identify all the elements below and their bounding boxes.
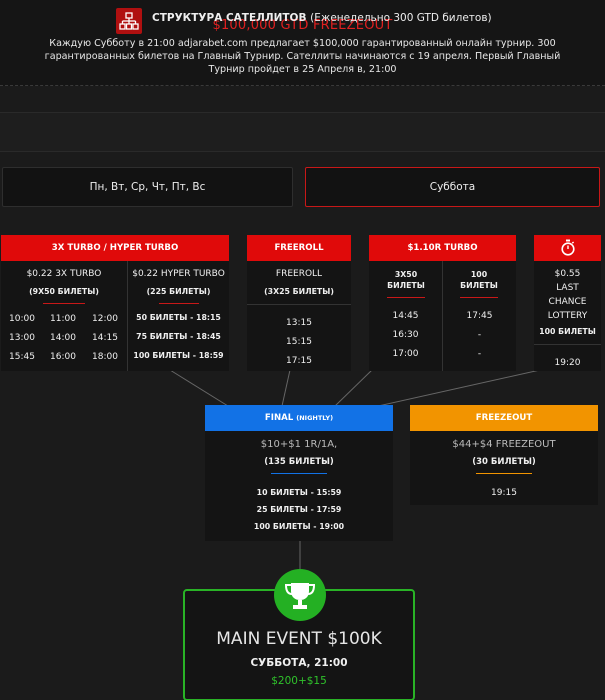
card-lottery: $0.55 LAST CHANCE LOTTERY 100 БИЛЕТЫ 19:…: [534, 235, 601, 371]
turbo-3x-name: $0.22 3X TURBO: [26, 269, 102, 279]
freezeout-time: 19:15: [491, 488, 517, 498]
lottery-time: 19:20: [554, 358, 581, 368]
freeroll-time: 15:15: [286, 337, 312, 347]
hyper-turbo-tickets: (225 БИЛЕТЫ): [146, 287, 211, 296]
lottery-tickets: 100 БИЛЕТЫ: [539, 327, 596, 336]
card-turbo-110: $1.10R TURBO 3X50 БИЛЕТЫ 100 БИЛЕТЫ 14:4…: [369, 235, 516, 371]
turbo-time: 14:15: [92, 333, 118, 343]
card-turbo-110-header: $1.10R TURBO: [369, 235, 516, 261]
hyper-turbo-row: 100 БИЛЕТЫ - 18:59: [133, 351, 224, 360]
freeroll-tickets: (3X25 БИЛЕТЫ): [264, 287, 334, 296]
lottery-name-line: LOTTERY: [547, 311, 588, 321]
lottery-name-line: $0.55: [554, 269, 581, 279]
card-freezeout-header: FREEZEOUT: [410, 405, 598, 431]
turbo-time: 18:00: [92, 352, 118, 362]
turbo110-left-label: 3X50 БИЛЕТЫ: [387, 270, 425, 290]
final-row: 100 БИЛЕТЫ - 19:00: [253, 522, 345, 531]
freezeout-tickets: (30 БИЛЕТЫ): [472, 457, 536, 467]
turbo110-right-label: 100 БИЛЕТЫ: [460, 270, 498, 290]
turbo-time: 16:00: [50, 352, 76, 362]
lottery-name-line: LAST: [556, 283, 579, 293]
freeroll-time: 17:15: [286, 356, 312, 366]
freeroll-name: FREEROLL: [275, 269, 323, 279]
final-tickets: (135 БИЛЕТЫ): [264, 457, 334, 467]
final-header-small: (NIGHTLY): [296, 414, 334, 422]
main-event-title: MAIN EVENT $100K: [216, 629, 382, 649]
turbo-time: 12:00: [92, 314, 118, 324]
card-freeroll-header: FREEROLL: [247, 235, 351, 261]
final-row: 25 БИЛЕТЫ - 17:59: [256, 505, 342, 514]
card-freezeout: FREEZEOUT $44+$4 FREEZEOUT (30 БИЛЕТЫ) 1…: [410, 405, 598, 505]
turbo-3x-tickets: (9X50 БИЛЕТЫ): [29, 287, 99, 296]
turbo-time: 13:00: [9, 333, 35, 343]
card-final-header: FINAL (NIGHTLY): [205, 405, 393, 431]
main-event-price: $200+$15: [271, 675, 327, 687]
card-turbo-hyper: 3X TURBO / HYPER TURBO $0.22 3X TURBO (9…: [1, 235, 229, 371]
turbo110-time: 14:45: [392, 311, 419, 321]
final-price: $10+$1 1R/1A,: [260, 439, 338, 450]
turbo-time: 11:00: [50, 314, 76, 324]
card-freeroll: FREEROLL FREEROLL (3X25 БИЛЕТЫ) 13:15 15…: [247, 235, 351, 371]
final-header-label: FINAL: [264, 413, 294, 423]
turbo110-time: -: [477, 349, 482, 359]
trophy-icon: [274, 569, 326, 621]
card-turbo-header: 3X TURBO / HYPER TURBO: [1, 235, 229, 261]
turbo110-time: 17:45: [466, 311, 493, 321]
final-row: 10 БИЛЕТЫ - 15:59: [256, 488, 342, 497]
turbo110-time: 16:30: [392, 330, 419, 340]
lottery-name-line: CHANCE: [548, 297, 587, 307]
stopwatch-icon: [560, 239, 576, 267]
freezeout-price: $44+$4 FREEZEOUT: [452, 439, 556, 450]
turbo-time: 15:45: [9, 352, 35, 362]
turbo110-time: 17:00: [392, 349, 419, 359]
hyper-turbo-row: 50 БИЛЕТЫ - 18:15: [136, 313, 221, 322]
turbo-time: 10:00: [9, 314, 35, 324]
hyper-turbo-name: $0.22 HYPER TURBO: [132, 269, 225, 279]
turbo110-time: -: [477, 330, 482, 340]
card-final: FINAL (NIGHTLY) $10+$1 1R/1A, (135 БИЛЕТ…: [205, 405, 393, 541]
card-lottery-header: [534, 235, 601, 261]
turbo-time: 14:00: [50, 333, 76, 343]
hyper-turbo-row: 75 БИЛЕТЫ - 18:45: [136, 332, 221, 341]
main-event-day: СУББОТА, 21:00: [250, 657, 348, 669]
freeroll-time: 13:15: [286, 318, 312, 328]
